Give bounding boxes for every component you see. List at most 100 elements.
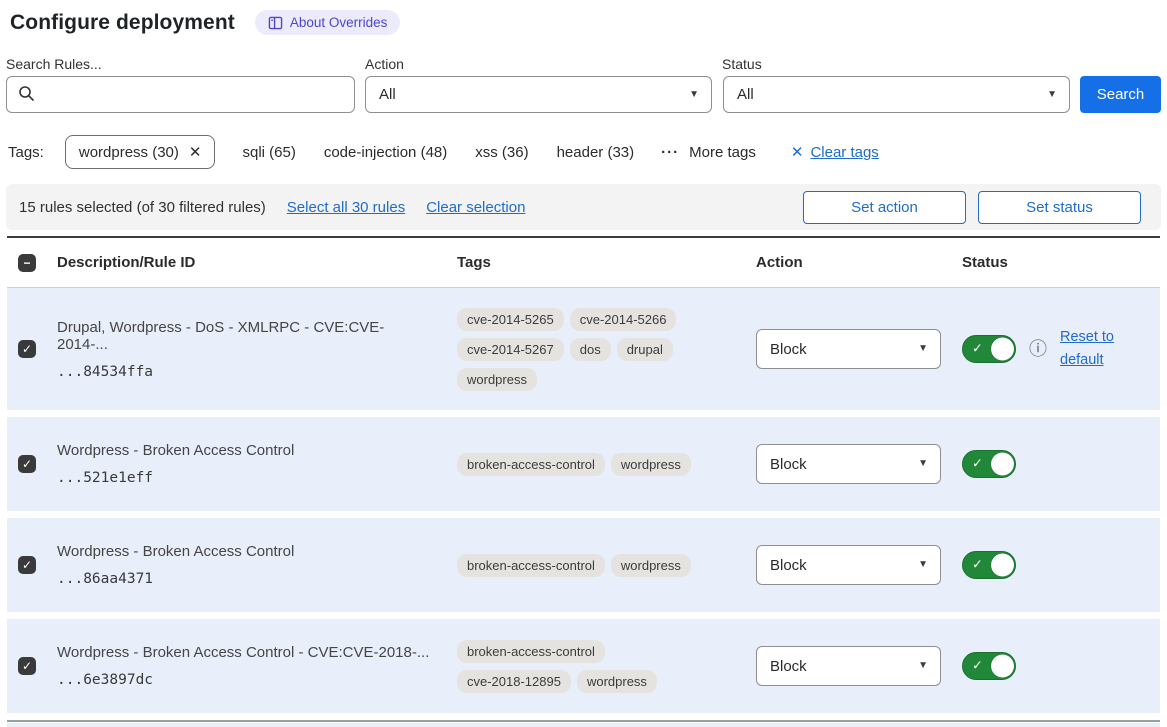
tag-pill: wordpress [577,670,657,693]
info-icon[interactable]: ⓘ [1029,340,1047,358]
tag-pill: cve-2018-12895 [457,670,571,693]
search-button[interactable]: Search [1080,76,1161,113]
configure-deployment-page: Configure deployment About Overrides Sea… [0,0,1167,718]
rule-status-toggle[interactable]: ✓ [962,450,1016,478]
rule-tag-pills: broken-access-control cve-2018-12895 wordp… [457,640,711,693]
reset-to-default-link[interactable]: Reset to default [1060,326,1124,372]
chevron-down-icon: ▼ [689,90,699,100]
tag-item[interactable]: code-injection (48) [324,144,447,161]
set-status-button[interactable]: Set status [978,191,1141,224]
ellipsis-icon: ··· [661,144,679,161]
tag-pill: broken-access-control [457,453,605,476]
clear-tags-label: Clear tags [810,144,878,161]
tags-bar: Tags: wordpress (30) ✕ sqli (65)code-inj… [0,135,1167,169]
column-header-tags: Tags [457,254,756,271]
chevron-down-icon: ▼ [918,459,928,469]
remove-tag-icon[interactable]: ✕ [189,143,202,161]
clear-selection-link[interactable]: Clear selection [426,199,525,216]
status-filter-select[interactable]: All ▼ [723,76,1070,113]
table-row: ✓ Wordpress - Broken Access Control ...5… [7,417,1160,511]
column-header-description: Description/Rule ID [57,254,457,271]
action-filter-field: Action All ▼ [365,56,712,113]
table-row: ✓ Drupal, Wordpress - DoS - XMLRPC - CVE… [7,288,1160,410]
select-all-checkbox[interactable]: − [18,254,36,272]
row-checkbox[interactable]: ✓ [18,657,36,675]
tag-pill: dos [570,338,611,361]
rule-action-value: Block [770,341,807,358]
rule-id: ...86aa4371 [57,571,433,587]
table-row: ✓ Wordpress - Broken Access Control ...8… [7,518,1160,612]
rule-action-select[interactable]: Block ▼ [756,444,941,484]
selected-tag-wordpress[interactable]: wordpress (30) ✕ [65,135,216,169]
tag-item[interactable]: sqli (65) [242,144,295,161]
check-icon: ✓ [972,557,983,573]
rule-description: Wordpress - Broken Access Control - CVE:… [57,644,433,661]
chevron-down-icon: ▼ [918,344,928,354]
row-checkbox[interactable]: ✓ [18,455,36,473]
rule-status-toggle[interactable]: ✓ [962,652,1016,680]
clear-tags-link[interactable]: ✕ Clear tags [791,143,879,161]
action-filter-select[interactable]: All ▼ [365,76,712,113]
about-overrides-badge[interactable]: About Overrides [255,10,401,35]
status-filter-field: Status All ▼ [722,56,1070,113]
selection-summary: 15 rules selected (of 30 filtered rules) [19,199,266,216]
rule-id: ...6e3897dc [57,672,433,688]
rule-tag-pills: broken-access-control wordpress [457,453,711,476]
set-action-button[interactable]: Set action [803,191,966,224]
tag-pill: wordpress [457,368,537,391]
rule-action-value: Block [770,658,807,675]
chevron-down-icon: ▼ [1047,90,1057,100]
toggle-knob [991,554,1014,577]
check-icon: ✓ [972,658,983,674]
action-filter-value: All [379,86,396,103]
search-field: Search Rules... [6,56,355,113]
rule-action-select[interactable]: Block ▼ [756,646,941,686]
tag-item[interactable]: xss (36) [475,144,528,161]
select-all-link[interactable]: Select all 30 rules [287,199,405,216]
check-icon: ✓ [972,456,983,472]
action-filter-label: Action [365,56,712,72]
table-header-row: − Description/Rule ID Tags Action Status [7,238,1160,288]
tag-item[interactable]: header (33) [557,144,635,161]
tag-pill: broken-access-control [457,640,605,663]
rule-status-toggle[interactable]: ✓ [962,335,1016,363]
about-overrides-label: About Overrides [290,15,388,30]
chevron-down-icon: ▼ [918,661,928,671]
rule-description: Wordpress - Broken Access Control [57,442,433,459]
rule-id: ...84534ffa [57,364,433,380]
search-icon [17,84,36,107]
status-filter-label: Status [722,56,1070,72]
rule-action-select[interactable]: Block ▼ [756,545,941,585]
tag-pill: wordpress [611,554,691,577]
rule-description: Wordpress - Broken Access Control [57,543,433,560]
rule-id: ...521e1eff [57,470,433,486]
tag-pill: cve-2014-5267 [457,338,564,361]
tag-pill: cve-2014-5266 [570,308,677,331]
page-header: Configure deployment About Overrides [0,0,1167,35]
rule-tag-pills: cve-2014-5265 cve-2014-5266 cve-2014-5267 d… [457,308,711,391]
close-icon: ✕ [791,143,804,161]
rule-tag-pills: broken-access-controlwordpress [457,554,711,577]
rule-action-value: Block [770,557,807,574]
table-body: ✓ Drupal, Wordpress - DoS - XMLRPC - CVE… [7,288,1160,713]
toggle-knob [991,338,1014,361]
row-checkbox[interactable]: ✓ [18,556,36,574]
rule-action-select[interactable]: Block ▼ [756,329,941,369]
row-checkbox[interactable]: ✓ [18,340,36,358]
tag-list: sqli (65) code-injection (48) xss (36) head… [242,144,634,161]
toggle-knob [991,453,1014,476]
column-header-action: Action [756,254,962,271]
rule-description: Drupal, Wordpress - DoS - XMLRPC - CVE:C… [57,319,433,353]
tag-pill: cve-2014-5265 [457,308,564,331]
search-input[interactable] [6,76,355,113]
rule-action-value: Block [770,456,807,473]
rule-status-toggle[interactable]: ✓ [962,551,1016,579]
selection-bar: 15 rules selected (of 30 filtered rules)… [6,184,1161,230]
tag-pill: wordpress [611,453,691,476]
more-tags-button[interactable]: ··· More tags [661,144,756,161]
status-filter-value: All [737,86,754,103]
chevron-down-icon: ▼ [918,560,928,570]
selected-tag-label: wordpress (30) [79,144,179,161]
tag-pill: drupal [617,338,673,361]
more-tags-label: More tags [689,144,756,161]
